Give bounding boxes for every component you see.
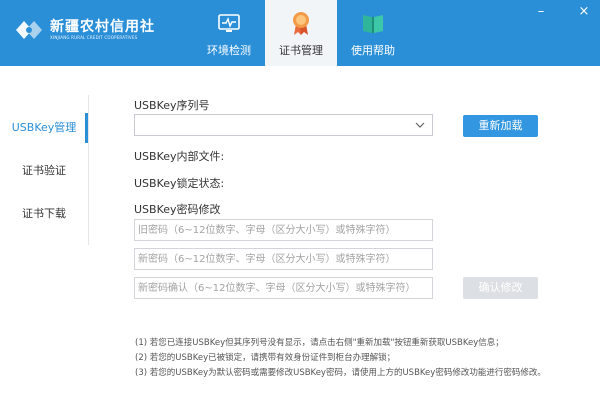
tab-label: 使用帮助 [351,44,395,57]
certificate-medal-icon [288,10,314,36]
tab-certificate-management[interactable]: 证书管理 [265,0,337,66]
tab-label: 环境检测 [207,44,251,57]
tab-label: 证书管理 [279,44,323,57]
brand-name-cn: 新疆农村信用社 [50,19,155,35]
serial-number-label: USBKey序列号 [134,99,210,112]
sidebar-item-label: 证书验证 [22,164,66,177]
brand-logo: 新疆农村信用社 XINJIANG RURAL CREDIT COOPERATIV… [14,18,155,42]
reload-button[interactable]: 重新加载 [463,115,538,137]
sidebar: USBKey管理 证书验证 证书下载 [0,66,88,246]
new-password-input[interactable] [134,248,433,270]
tab-environment-check[interactable]: 环境检测 [193,0,265,66]
chevron-down-icon [414,118,426,132]
close-button[interactable]: × [576,4,592,20]
minimize-button[interactable]: – [533,4,549,20]
internal-file-label: USBKey内部文件: [134,150,225,163]
sidebar-item-certificate-verify[interactable]: 证书验证 [0,156,88,186]
note-line: (3) 若您的USBKey为默认密码或需要修改USBKey密码，请使用上方的US… [135,368,546,378]
sidebar-item-usbkey-management[interactable]: USBKey管理 [0,113,88,143]
sidebar-item-label: USBKey管理 [11,121,77,134]
note-line: (2) 若您的USBKey已被锁定，请携带有效身份证件到柜台办理解锁； [135,353,396,363]
confirm-change-button[interactable]: 确认修改 [463,277,538,299]
app-header: 新疆农村信用社 XINJIANG RURAL CREDIT COOPERATIV… [0,0,600,66]
confirm-password-input[interactable] [134,277,433,299]
sidebar-item-label: 证书下载 [22,207,66,220]
brand-name-en: XINJIANG RURAL CREDIT COOPERATIVES [50,35,138,40]
password-change-label: USBKey密码修改 [134,203,221,216]
sidebar-divider [88,95,89,245]
help-book-icon [360,10,386,36]
tab-help[interactable]: 使用帮助 [337,0,409,66]
bank-logo-icon [14,18,44,42]
lock-status-label: USBKey锁定状态: [134,177,225,190]
serial-number-select[interactable] [134,114,433,136]
monitor-pulse-icon [216,10,242,36]
old-password-input[interactable] [134,219,433,241]
sidebar-item-certificate-download[interactable]: 证书下载 [0,199,88,229]
note-line: (1) 若您已连接USBKey但其序列号没有显示，请点击右侧"重新加载"按钮重新… [135,338,504,348]
